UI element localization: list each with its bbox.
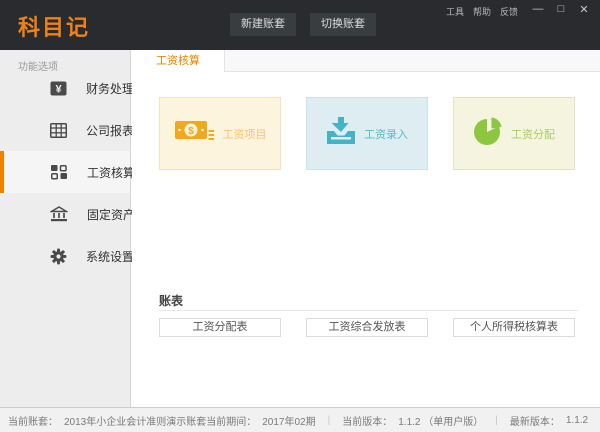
sidebar-item-settings[interactable]: 系统设置: [0, 235, 130, 277]
reports-section-title: 账表: [159, 292, 183, 309]
apps-grid-icon: [50, 164, 68, 181]
svg-text:¥: ¥: [55, 83, 62, 95]
sidebar-item-payroll[interactable]: 工资核算: [0, 151, 130, 193]
maximize-icon[interactable]: □: [555, 3, 567, 16]
salary-entry-card[interactable]: 工资录入: [306, 97, 428, 170]
version-value: 1.1.2 （单用户版）: [398, 413, 483, 428]
salary-allocation-card[interactable]: 工资分配: [453, 97, 575, 170]
sidebar-item-label: 工资核算: [87, 164, 135, 181]
app-window: 科目记 新建账套 切换账套 工具 帮助 反馈 — □ ✕ 功能选项 ¥: [0, 0, 600, 432]
svg-text:$: $: [188, 126, 194, 137]
table-icon: [50, 122, 67, 139]
card-label: 工资项目: [223, 126, 267, 142]
app-logo: 科目记: [18, 10, 90, 42]
salary-comprehensive-payment-table-button[interactable]: 工资综合发放表: [306, 318, 428, 337]
bank-icon: [50, 206, 68, 223]
account-set-value: 2013年小企业会计准则演示账套: [64, 413, 206, 428]
close-icon[interactable]: ✕: [578, 3, 590, 16]
sidebar-item-label: 系统设置: [86, 248, 134, 265]
menu-feedback[interactable]: 反馈: [500, 5, 518, 18]
card-label: 工资录入: [364, 126, 408, 142]
tab-bar: 工资核算: [132, 50, 600, 72]
status-bar: 当前账套： 2013年小企业会计准则演示账套 当前期间： 2017年02期 | …: [0, 407, 600, 432]
current-account-set: 当前账套： 2013年小企业会计准则演示账套: [8, 413, 206, 428]
tab-payroll[interactable]: 工资核算: [132, 50, 225, 72]
sidebar-menu: ¥ 财务处理 公司报表: [0, 67, 130, 277]
pie-icon: [473, 116, 503, 151]
account-set-label: 当前账套：: [8, 413, 58, 428]
period-label: 当前期间：: [206, 413, 256, 428]
period-value: 2017年02期: [262, 413, 315, 428]
sidebar: 功能选项 ¥ 财务处理: [0, 50, 131, 407]
menu-tools[interactable]: 工具: [446, 5, 464, 18]
status-separator: |: [495, 415, 498, 426]
inbox-icon: [326, 117, 356, 150]
sidebar-item-label: 公司报表: [86, 122, 134, 139]
personal-income-tax-table-button[interactable]: 个人所得税核算表: [453, 318, 575, 337]
banknote-icon: $: [174, 118, 215, 149]
sidebar-item-label: 固定资产: [87, 206, 135, 223]
sidebar-item-finance[interactable]: ¥ 财务处理: [0, 67, 130, 109]
section-divider: [159, 310, 578, 311]
main-content: 工资核算 $ 工资项目: [132, 50, 600, 407]
sidebar-item-fixed-assets[interactable]: 固定资产: [0, 193, 130, 235]
version-label: 当前版本：: [342, 413, 392, 428]
sidebar-item-label: 财务处理: [86, 80, 134, 97]
titlebar-menu: 工具 帮助 反馈: [446, 5, 518, 18]
minimize-icon[interactable]: —: [532, 3, 544, 16]
card-label: 工资分配: [511, 126, 555, 142]
menu-help[interactable]: 帮助: [473, 5, 491, 18]
money-icon: ¥: [50, 80, 67, 97]
sidebar-item-reports[interactable]: 公司报表: [0, 109, 130, 151]
salary-items-card[interactable]: $ 工资项目: [159, 97, 281, 170]
switch-account-set-button[interactable]: 切换账套: [310, 13, 376, 36]
status-right: 当前期间： 2017年02期 | 当前版本： 1.1.2 （单用户版） | 最新…: [206, 413, 588, 428]
window-controls: — □ ✕: [532, 3, 590, 16]
latest-version-label: 最新版本：: [510, 413, 560, 428]
gear-icon: [50, 248, 67, 265]
latest-version-value: 1.1.2: [566, 415, 588, 426]
salary-allocation-table-button[interactable]: 工资分配表: [159, 318, 281, 337]
new-account-set-button[interactable]: 新建账套: [230, 13, 296, 36]
titlebar: 科目记 新建账套 切换账套 工具 帮助 反馈 — □ ✕: [0, 0, 600, 50]
status-separator: |: [328, 415, 331, 426]
